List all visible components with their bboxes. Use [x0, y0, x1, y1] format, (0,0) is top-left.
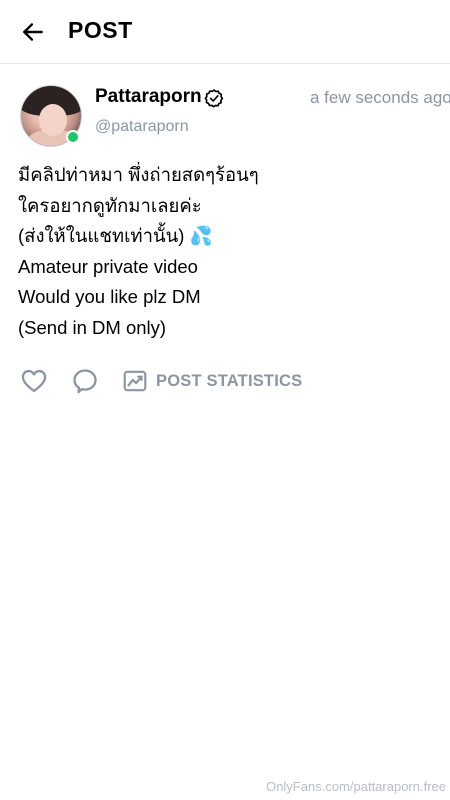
post-text-line: มีคลิปท่าหมา พึ่งถ่ายสดๆร้อนๆ — [18, 164, 259, 185]
author-display-name[interactable]: Pattaraporn — [95, 86, 202, 108]
avatar[interactable] — [20, 85, 82, 147]
page-title: POST — [68, 17, 133, 43]
post-text-line: Amateur private video — [18, 255, 198, 277]
verified-badge-icon — [204, 89, 224, 108]
chart-icon — [123, 370, 147, 392]
online-status-dot — [66, 130, 80, 144]
like-button[interactable] — [20, 367, 48, 395]
heart-icon — [21, 369, 47, 393]
post-timestamp: a few seconds ago — [310, 88, 450, 107]
post-text-line: ใครอยากดูทักมาเลยค่ะ — [18, 194, 202, 216]
post-text-line: (Send in DM only) — [18, 316, 167, 338]
author-username[interactable]: @pataraporn — [95, 118, 189, 136]
top-bar: POST — [0, 0, 450, 64]
post-page: POST Pattaraporn a few seconds ago @pata… — [0, 0, 450, 800]
comment-button[interactable] — [71, 367, 99, 395]
post-text: มีคลิปท่าหมา พึ่งถ่ายสดๆร้อนๆ ใครอยากดูท… — [18, 160, 438, 343]
post-text-line: Would you like plz DM — [18, 286, 201, 307]
post-statistics-label: POST STATISTICS — [156, 371, 303, 390]
arrow-left-icon — [23, 23, 43, 41]
post-statistics-button[interactable]: POST STATISTICS — [122, 366, 302, 396]
back-button[interactable] — [18, 17, 48, 47]
post-text-line: (ส่งให้ในแชทเท่านั้น) 💦 — [18, 225, 213, 246]
post-actions: POST STATISTICS — [0, 362, 450, 402]
comment-icon — [73, 369, 97, 394]
watermark: OnlyFans.com/pattaraporn.free — [266, 779, 446, 794]
